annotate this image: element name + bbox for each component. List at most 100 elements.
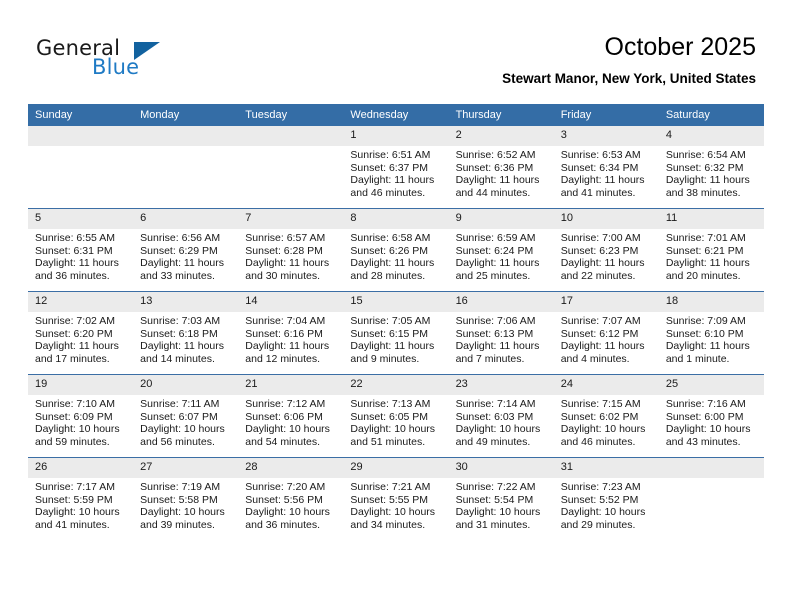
daylight-text-line2: and 31 minutes. <box>455 518 531 531</box>
calendar-day-cell[interactable]: 7 Sunrise: 6:57 AM Sunset: 6:28 PM Daylight… <box>238 208 344 292</box>
sunrise-text: Sunrise: 7:22 AM <box>455 481 536 493</box>
calendar-day-cell[interactable]: 1 Sunrise: 6:51 AM Sunset: 6:37 PM Daylight… <box>343 126 449 209</box>
calendar-day-cell[interactable]: 22 Sunrise: 7:13 AM Sunset: 6:05 PM Dayligh… <box>343 374 449 458</box>
daylight-text-line1: Daylight: 11 hours <box>665 257 750 270</box>
day-details: Sunrise: 6:58 AM Sunset: 6:26 PM Daylight:… <box>343 229 448 282</box>
daylight-text-line1: Daylight: 11 hours <box>35 340 119 353</box>
calendar-day-cell[interactable]: 9 Sunrise: 6:59 AM Sunset: 6:24 PM Daylight… <box>448 208 554 292</box>
calendar-day-cell[interactable]: 11 Sunrise: 7:01 AM Sunset: 6:21 PM Dayligh… <box>658 208 764 292</box>
calendar-page: General Blue October 2025 Stewart Manor,… <box>0 0 792 612</box>
daylight-text-line1: Daylight: 11 hours <box>560 257 645 270</box>
calendar-day-cell[interactable]: 15 Sunrise: 7:05 AM Sunset: 6:15 PM Dayligh… <box>343 291 449 375</box>
calendar-day-cell[interactable]: 26 Sunrise: 7:17 AM Sunset: 5:59 PM Dayligh… <box>28 457 134 540</box>
day-details: Sunrise: 7:20 AM Sunset: 5:56 PM Daylight:… <box>238 478 343 531</box>
sunrise-text: Sunrise: 6:56 AM <box>140 232 221 244</box>
sunset-text: Sunset: 6:29 PM <box>140 244 218 257</box>
daylight-text-line2: and 46 minutes. <box>350 186 426 199</box>
day-number: 1 <box>343 126 449 146</box>
day-details: Sunrise: 7:00 AM Sunset: 6:23 PM Daylight:… <box>554 229 659 282</box>
sunrise-text: Sunrise: 7:16 AM <box>665 398 746 410</box>
calendar-day-cell[interactable]: 17 Sunrise: 7:07 AM Sunset: 6:12 PM Dayligh… <box>553 291 659 375</box>
sunrise-text: Sunrise: 7:17 AM <box>35 481 115 493</box>
calendar-day-cell[interactable]: 10 Sunrise: 7:00 AM Sunset: 6:23 PM Dayligh… <box>553 208 659 292</box>
calendar-day-cell[interactable]: 5 Sunrise: 6:55 AM Sunset: 6:31 PM Daylight… <box>28 208 134 292</box>
day-number: 13 <box>133 292 239 312</box>
sunset-text: Sunset: 5:54 PM <box>455 493 534 506</box>
calendar-day-cell[interactable]: 24 Sunrise: 7:15 AM Sunset: 6:02 PM Dayligh… <box>553 374 659 458</box>
calendar-day-cell[interactable]: 3 Sunrise: 6:53 AM Sunset: 6:34 PM Daylight… <box>553 126 659 209</box>
day-details: Sunrise: 7:16 AM Sunset: 6:00 PM Daylight:… <box>659 395 764 448</box>
sunset-text: Sunset: 6:18 PM <box>140 327 218 340</box>
calendar-day-cell[interactable]: 20 Sunrise: 7:11 AM Sunset: 6:07 PM Dayligh… <box>133 374 239 458</box>
day-number: 2 <box>448 126 554 146</box>
calendar-week-row: 5 Sunrise: 6:55 AM Sunset: 6:31 PM Daylight… <box>28 208 764 292</box>
calendar-day-cell[interactable]: 4 Sunrise: 6:54 AM Sunset: 6:32 PM Daylight… <box>658 126 764 209</box>
calendar-day-cell[interactable]: 16 Sunrise: 7:06 AM Sunset: 6:13 PM Dayligh… <box>448 291 554 375</box>
sunset-text: Sunset: 6:13 PM <box>455 327 534 340</box>
calendar-day-cell[interactable]: 23 Sunrise: 7:14 AM Sunset: 6:03 PM Dayligh… <box>448 374 554 458</box>
daylight-text-line2: and 44 minutes. <box>455 186 531 199</box>
calendar-day-cell[interactable]: 13 Sunrise: 7:03 AM Sunset: 6:18 PM Dayligh… <box>133 291 239 375</box>
day-number <box>28 126 134 146</box>
day-number: 7 <box>238 209 344 229</box>
calendar-day-cell-empty <box>238 126 344 209</box>
sunset-text: Sunset: 6:34 PM <box>560 161 639 174</box>
calendar-day-cell[interactable]: 8 Sunrise: 6:58 AM Sunset: 6:26 PM Daylight… <box>343 208 449 292</box>
sunrise-text: Sunrise: 7:21 AM <box>350 481 431 493</box>
calendar-day-cell[interactable]: 18 Sunrise: 7:09 AM Sunset: 6:10 PM Dayligh… <box>658 291 764 375</box>
day-details: Sunrise: 6:54 AM Sunset: 6:32 PM Daylight:… <box>659 146 764 199</box>
daylight-text-line1: Daylight: 11 hours <box>455 257 540 270</box>
daylight-text-line2: and 34 minutes. <box>350 518 426 531</box>
sunset-text: Sunset: 6:26 PM <box>350 244 429 257</box>
day-details: Sunrise: 6:55 AM Sunset: 6:31 PM Daylight:… <box>28 229 133 282</box>
day-number: 20 <box>133 375 239 395</box>
calendar-day-cell[interactable]: 14 Sunrise: 7:04 AM Sunset: 6:16 PM Dayligh… <box>238 291 344 375</box>
daylight-text-line1: Daylight: 10 hours <box>455 506 541 519</box>
calendar-day-cell[interactable]: 6 Sunrise: 6:56 AM Sunset: 6:29 PM Daylight… <box>133 208 239 292</box>
daylight-text-line1: Daylight: 11 hours <box>140 340 224 353</box>
calendar-day-cell[interactable]: 21 Sunrise: 7:12 AM Sunset: 6:06 PM Dayligh… <box>238 374 344 458</box>
daylight-text-line1: Daylight: 10 hours <box>35 423 120 436</box>
daylight-text-line1: Daylight: 10 hours <box>35 506 120 519</box>
daylight-text-line2: and 20 minutes. <box>665 269 741 282</box>
day-details: Sunrise: 7:03 AM Sunset: 6:18 PM Daylight:… <box>133 312 238 365</box>
daylight-text-line1: Daylight: 10 hours <box>560 423 646 436</box>
calendar-header-row: Sunday Monday Tuesday Wednesday Thursday… <box>28 104 764 126</box>
sunrise-text: Sunrise: 6:54 AM <box>665 149 746 161</box>
daylight-text-line1: Daylight: 10 hours <box>665 423 751 436</box>
day-details: Sunrise: 6:53 AM Sunset: 6:34 PM Daylight:… <box>554 146 659 199</box>
calendar-week-row: 19 Sunrise: 7:10 AM Sunset: 6:09 PM Dayligh… <box>28 374 764 458</box>
daylight-text-line2: and 54 minutes. <box>245 435 320 448</box>
daylight-text-line2: and 43 minutes. <box>665 435 741 448</box>
calendar-day-cell[interactable]: 30 Sunrise: 7:22 AM Sunset: 5:54 PM Dayligh… <box>448 457 554 540</box>
day-details: Sunrise: 7:05 AM Sunset: 6:15 PM Daylight:… <box>343 312 448 365</box>
day-number <box>133 126 239 146</box>
calendar-day-cell[interactable]: 27 Sunrise: 7:19 AM Sunset: 5:58 PM Dayligh… <box>133 457 239 540</box>
day-number: 27 <box>133 458 239 478</box>
sunset-text: Sunset: 6:37 PM <box>350 161 429 174</box>
calendar-day-cell[interactable]: 25 Sunrise: 7:16 AM Sunset: 6:00 PM Dayligh… <box>658 374 764 458</box>
daylight-text-line1: Daylight: 10 hours <box>350 423 436 436</box>
day-number: 11 <box>658 209 764 229</box>
daylight-text-line2: and 22 minutes. <box>560 269 636 282</box>
general-blue-logo[interactable]: General Blue <box>36 36 266 84</box>
sunrise-text: Sunrise: 7:03 AM <box>140 315 221 327</box>
calendar-day-cell[interactable]: 31 Sunrise: 7:23 AM Sunset: 5:52 PM Dayligh… <box>553 457 659 540</box>
sunrise-text: Sunrise: 7:11 AM <box>140 398 220 410</box>
calendar-day-cell[interactable]: 29 Sunrise: 7:21 AM Sunset: 5:55 PM Dayligh… <box>343 457 449 540</box>
day-number: 21 <box>238 375 344 395</box>
calendar-day-cell[interactable]: 2 Sunrise: 6:52 AM Sunset: 6:36 PM Daylight… <box>448 126 554 209</box>
sunrise-text: Sunrise: 7:12 AM <box>245 398 326 410</box>
sunset-text: Sunset: 6:23 PM <box>560 244 639 257</box>
day-number: 24 <box>553 375 659 395</box>
calendar-day-cell[interactable]: 19 Sunrise: 7:10 AM Sunset: 6:09 PM Dayligh… <box>28 374 134 458</box>
day-details: Sunrise: 7:13 AM Sunset: 6:05 PM Daylight:… <box>343 395 448 448</box>
daylight-text-line2: and 25 minutes. <box>455 269 531 282</box>
daylight-text-line1: Daylight: 11 hours <box>455 174 540 187</box>
daylight-text-line1: Daylight: 10 hours <box>245 506 330 519</box>
calendar-day-cell[interactable]: 28 Sunrise: 7:20 AM Sunset: 5:56 PM Dayligh… <box>238 457 344 540</box>
calendar-day-cell-empty <box>133 126 239 209</box>
weekday-header-wednesday: Wednesday <box>343 104 449 126</box>
calendar-day-cell[interactable]: 12 Sunrise: 7:02 AM Sunset: 6:20 PM Dayligh… <box>28 291 134 375</box>
day-details: Sunrise: 6:51 AM Sunset: 6:37 PM Daylight:… <box>343 146 448 199</box>
